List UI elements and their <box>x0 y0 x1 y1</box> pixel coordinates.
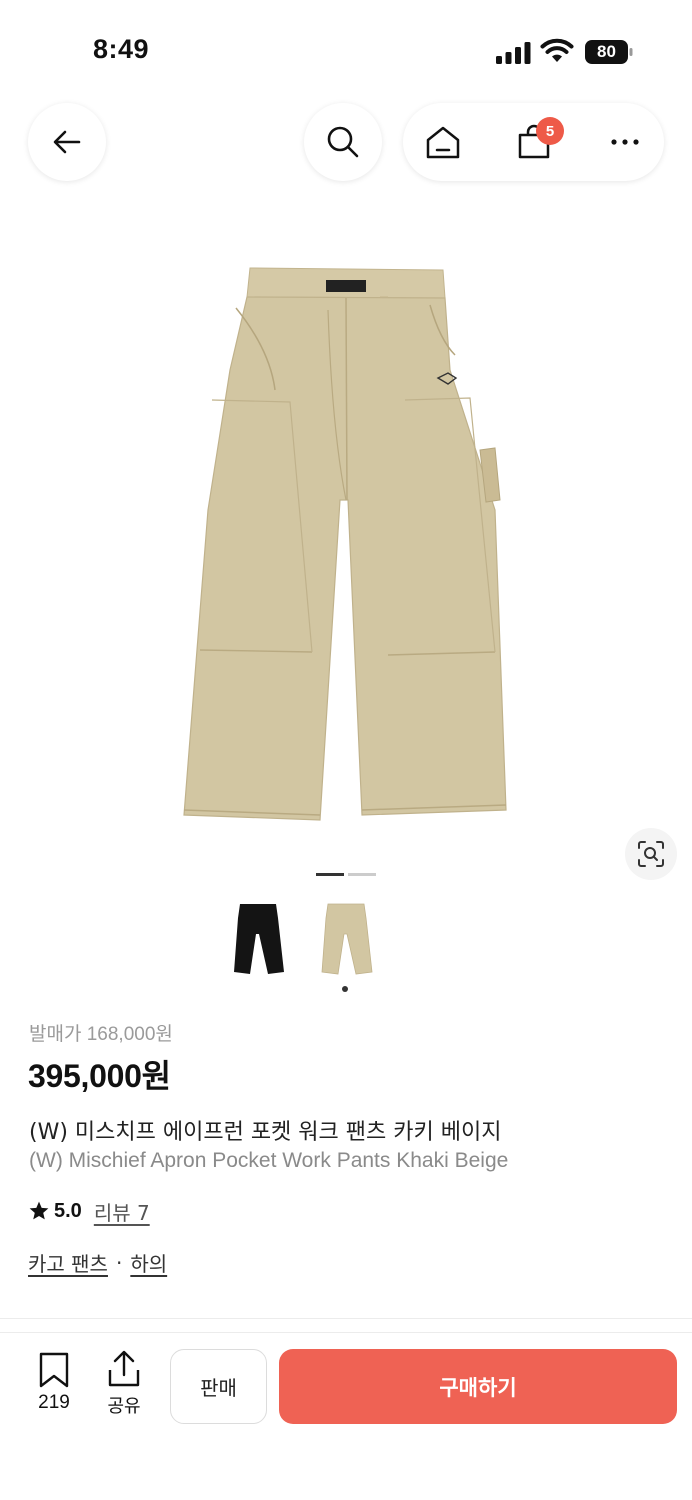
rating-row: 5.0 리뷰 7 <box>28 1197 150 1225</box>
bottom-bar-divider <box>0 1332 692 1333</box>
product-title-english: (W) Mischief Apron Pocket Work Pants Kha… <box>29 1149 509 1172</box>
product-title-korean: (W) 미스치프 에이프런 포켓 워크 팬츠 카키 베이지 <box>29 1120 502 1145</box>
search-button[interactable] <box>304 103 382 181</box>
status-time: 8:49 <box>93 34 150 64</box>
gallery-indicator-active <box>316 873 344 876</box>
battery-indicator: 80 <box>585 40 633 64</box>
back-button[interactable] <box>28 103 106 181</box>
current-price: 395,000원 <box>28 1058 171 1094</box>
rating-value: 5.0 <box>54 1199 82 1222</box>
category-link-cargo-pants[interactable]: 카고 팬츠 <box>28 1248 108 1277</box>
category-link-bottoms[interactable]: 하의 <box>130 1248 167 1277</box>
selected-thumbnail-dot <box>342 986 348 992</box>
cellular-signal-icon <box>496 42 531 64</box>
bookmark-button[interactable]: 219 <box>30 1352 78 1414</box>
category-separator: · <box>115 1250 123 1275</box>
share-label: 공유 <box>107 1396 141 1417</box>
thumbnail-beige[interactable] <box>316 898 376 980</box>
home-icon[interactable] <box>423 122 463 162</box>
arrow-left-icon <box>53 130 81 154</box>
status-bar: 8:49 80 <box>0 0 692 100</box>
product-image[interactable] <box>150 250 550 840</box>
thumbnail-black[interactable] <box>228 898 288 980</box>
cart-count-badge: 5 <box>536 117 564 145</box>
share-button[interactable]: 공유 <box>100 1350 148 1418</box>
wifi-icon <box>540 38 574 62</box>
search-icon <box>327 126 359 158</box>
share-icon <box>108 1350 140 1387</box>
divider <box>0 1318 692 1319</box>
more-horizontal-icon[interactable] <box>605 122 645 162</box>
bookmark-icon <box>39 1352 69 1388</box>
star-icon <box>29 1201 49 1220</box>
nav-action-group: 5 <box>403 103 664 181</box>
battery-level: 80 <box>597 42 616 61</box>
gallery-indicator-inactive <box>348 873 376 876</box>
review-link[interactable]: 리뷰 7 <box>94 1197 150 1226</box>
release-price: 발매가 168,000원 <box>29 1024 173 1045</box>
image-search-icon <box>638 841 664 867</box>
sell-button[interactable]: 판매 <box>170 1349 267 1424</box>
buy-button[interactable]: 구매하기 <box>279 1349 677 1424</box>
image-search-button[interactable] <box>625 828 677 880</box>
bookmark-count: 219 <box>38 1392 70 1413</box>
category-breadcrumb: 카고 팬츠 · 하의 <box>28 1248 167 1277</box>
